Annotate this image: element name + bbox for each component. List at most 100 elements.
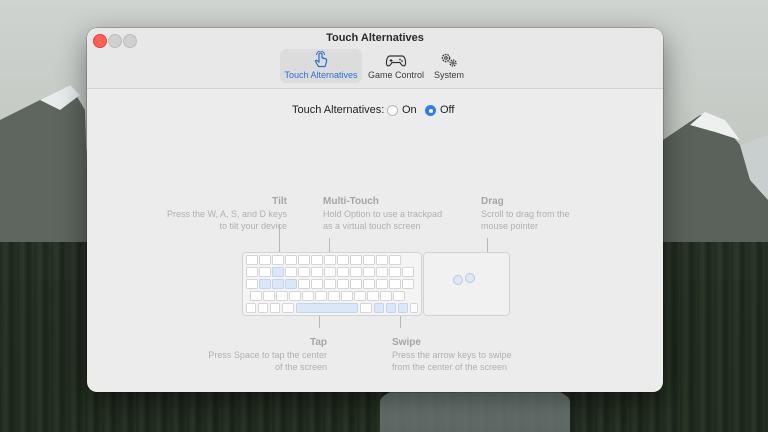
hint-title: Swipe [392, 337, 421, 348]
keyboard-key [374, 303, 384, 313]
hint-tap: Tap Press Space to tap the center of the… [167, 337, 327, 373]
keyboard-key [246, 255, 258, 265]
gears-icon [441, 53, 457, 67]
keyboard-key [250, 291, 262, 301]
trackpad-illustration [423, 252, 510, 316]
keyboard-key [367, 291, 379, 301]
hint-tilt: Tilt Press the W, A, S, and D keys to ti… [135, 196, 287, 232]
hint-text: to tilt your device [219, 221, 287, 231]
tab-label: Touch Alternatives [284, 70, 358, 80]
keyboard-key [376, 279, 388, 289]
keyboard-key [398, 303, 408, 313]
keyboard-illustration [242, 252, 422, 316]
touch-alternatives-toggle: Touch Alternatives: On Off [87, 104, 663, 120]
keyboard-key [393, 291, 405, 301]
settings-window: Touch Alternatives Touch Alternatives Ga… [87, 28, 663, 392]
keyboard-key [258, 303, 268, 313]
radio-off-label[interactable]: Off [440, 104, 454, 116]
hint-text: Press the arrow keys to swipe [392, 350, 512, 360]
keyboard-key [259, 255, 271, 265]
keyboard-key [272, 267, 284, 277]
keyboard-key [402, 279, 414, 289]
keyboard-key [298, 255, 310, 265]
keyboard-key [389, 255, 401, 265]
touch-point [453, 275, 463, 285]
keyboard-key [337, 255, 349, 265]
radio-on-label[interactable]: On [402, 104, 417, 116]
keyboard-key [324, 279, 336, 289]
keyboard-key [298, 267, 310, 277]
tab-game-control[interactable]: Game Control [366, 49, 426, 83]
keyboard-key [328, 291, 340, 301]
keyboard-key [363, 267, 375, 277]
tab-system[interactable]: System [430, 49, 468, 83]
keyboard-key [311, 267, 323, 277]
hand-pointer-icon [314, 51, 328, 68]
gamepad-icon [385, 55, 407, 67]
keyboard-key [350, 267, 362, 277]
keyboard-key [376, 255, 388, 265]
keyboard-key [270, 303, 280, 313]
keyboard-key [263, 291, 275, 301]
keyboard-key [259, 279, 271, 289]
radio-on[interactable] [387, 105, 398, 116]
keyboard-key [272, 255, 284, 265]
hint-title: Tap [309, 337, 327, 348]
keyboard-key [363, 279, 375, 289]
hint-text: mouse pointer [481, 221, 539, 231]
keyboard-key [282, 303, 294, 313]
keyboard-key [402, 267, 414, 277]
hint-drag: Drag Scroll to drag from the mouse point… [481, 196, 631, 232]
hint-text: Scroll to drag from the [481, 209, 570, 219]
hint-text: from the center of the screen [392, 362, 508, 372]
hint-text: of the screen [274, 362, 327, 372]
keyboard-key [350, 255, 362, 265]
keyboard-key [360, 303, 372, 313]
hint-title: Multi-Touch [323, 196, 379, 207]
keyboard-key [246, 267, 258, 277]
window-title: Touch Alternatives [326, 32, 424, 44]
keyboard-key [296, 303, 358, 313]
keyboard-key [389, 279, 401, 289]
keyboard-key [337, 279, 349, 289]
keyboard-key [285, 267, 297, 277]
hint-text: Press the W, A, S, and D keys [166, 209, 287, 219]
keyboard-key [302, 291, 314, 301]
keyboard-key [285, 279, 297, 289]
hint-title: Tilt [272, 196, 287, 207]
keyboard-key [350, 279, 362, 289]
tab-label: Game Control [367, 70, 425, 80]
hint-swipe: Swipe Press the arrow keys to swipe from… [392, 337, 562, 373]
radio-off[interactable] [425, 105, 436, 116]
keyboard-key [311, 255, 323, 265]
connector-line [319, 314, 320, 328]
keyboard-key [386, 303, 396, 313]
keyboard-key [341, 291, 353, 301]
connector-line [400, 314, 401, 328]
hint-text: Hold Option to use a trackpad [323, 209, 443, 219]
hint-text: as a virtual touch screen [323, 221, 421, 231]
toolbar: Touch Alternatives Touch Alternatives Ga… [87, 28, 663, 89]
keyboard-key [410, 303, 418, 313]
keyboard-key [246, 303, 256, 313]
keyboard-key [354, 291, 366, 301]
keyboard-key [285, 255, 297, 265]
keyboard-key [276, 291, 288, 301]
keyboard-key [272, 279, 284, 289]
keyboard-key [380, 291, 392, 301]
keyboard-key [324, 267, 336, 277]
keyboard-key [324, 255, 336, 265]
keyboard-key [246, 279, 258, 289]
hint-text: Press Space to tap the center [208, 350, 327, 360]
keyboard-key [289, 291, 301, 301]
tab-label: System [433, 70, 464, 80]
hint-title: Drag [481, 196, 504, 207]
keyboard-key [259, 267, 271, 277]
touch-point [465, 273, 475, 283]
keyboard-key [311, 279, 323, 289]
keyboard-key [298, 279, 310, 289]
tab-touch-alternatives[interactable]: Touch Alternatives [280, 49, 362, 83]
keyboard-key [337, 267, 349, 277]
hint-multi-touch: Multi-Touch Hold Option to use a trackpa… [323, 196, 483, 232]
keyboard-key [389, 267, 401, 277]
